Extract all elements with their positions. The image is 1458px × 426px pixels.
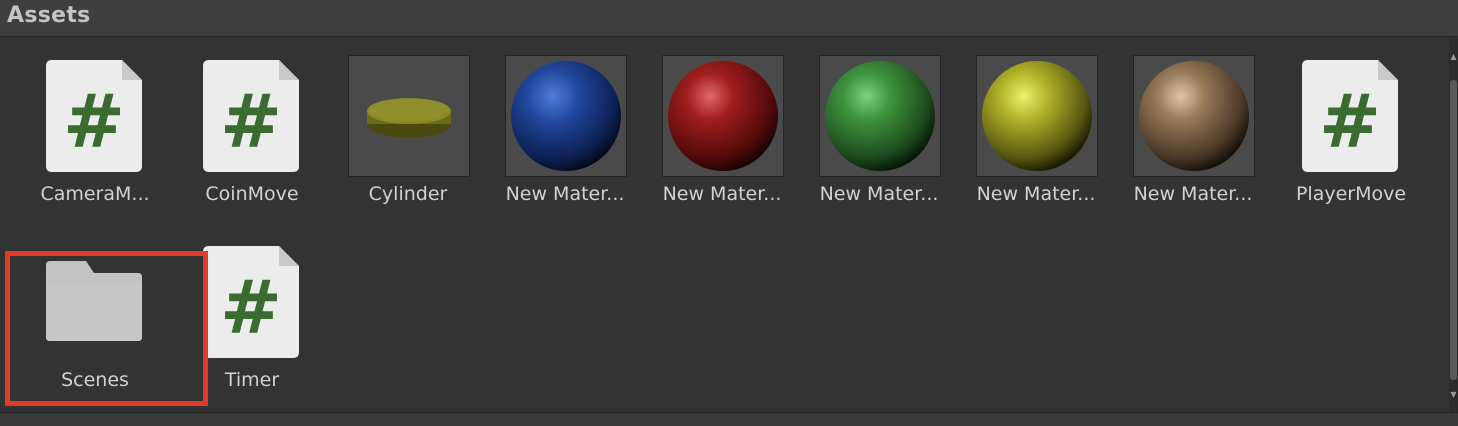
- green-material-sphere-icon: [819, 55, 941, 177]
- asset-item-new-material-yellow[interactable]: New Mater...: [941, 55, 1098, 225]
- asset-grid: # CameraM... # CoinMove Cylinder New Mat…: [0, 38, 1449, 412]
- asset-item-scenes-folder[interactable]: Scenes: [0, 245, 157, 415]
- svg-text:#: #: [63, 79, 125, 165]
- assets-footer-bar: [0, 412, 1458, 426]
- scroll-down-arrow-icon[interactable]: ▼: [1449, 390, 1458, 400]
- csharp-script-icon: #: [192, 245, 314, 367]
- panel-title: Assets: [7, 3, 91, 28]
- csharp-script-icon: #: [192, 59, 314, 181]
- asset-item-coin-move[interactable]: # CoinMove: [157, 59, 314, 229]
- asset-item-player-move[interactable]: # PlayerMove: [1256, 59, 1413, 229]
- asset-item-cylinder[interactable]: Cylinder: [313, 55, 470, 225]
- brown-material-sphere-icon: [1133, 55, 1255, 177]
- assets-header: Assets: [0, 0, 1458, 37]
- asset-item-new-material-blue[interactable]: New Mater...: [470, 55, 627, 225]
- blue-material-sphere-icon: [505, 55, 627, 177]
- asset-item-new-material-brown[interactable]: New Mater...: [1098, 55, 1255, 225]
- svg-text:#: #: [220, 265, 282, 351]
- asset-label: Timer: [224, 369, 280, 391]
- scrollbar-thumb[interactable]: [1450, 80, 1457, 380]
- cylinder-mesh-icon: [348, 55, 470, 177]
- svg-text:#: #: [1319, 79, 1381, 165]
- project-assets-window: Assets # CameraM... # CoinMove Cylinder …: [0, 0, 1458, 426]
- asset-item-new-material-red[interactable]: New Mater...: [627, 55, 784, 225]
- asset-item-camera-move[interactable]: # CameraM...: [0, 59, 157, 229]
- folder-icon: [35, 245, 157, 367]
- csharp-script-icon: #: [35, 59, 157, 181]
- asset-item-new-material-green[interactable]: New Mater...: [784, 55, 941, 225]
- asset-item-timer[interactable]: # Timer: [157, 245, 314, 415]
- scroll-up-arrow-icon[interactable]: ▲: [1449, 52, 1458, 62]
- vertical-scrollbar[interactable]: ▲ ▼: [1449, 38, 1458, 412]
- svg-text:#: #: [220, 79, 282, 165]
- csharp-script-icon: #: [1291, 59, 1413, 181]
- yellow-material-sphere-icon: [976, 55, 1098, 177]
- asset-label: PlayerMove: [1295, 183, 1407, 205]
- red-material-sphere-icon: [662, 55, 784, 177]
